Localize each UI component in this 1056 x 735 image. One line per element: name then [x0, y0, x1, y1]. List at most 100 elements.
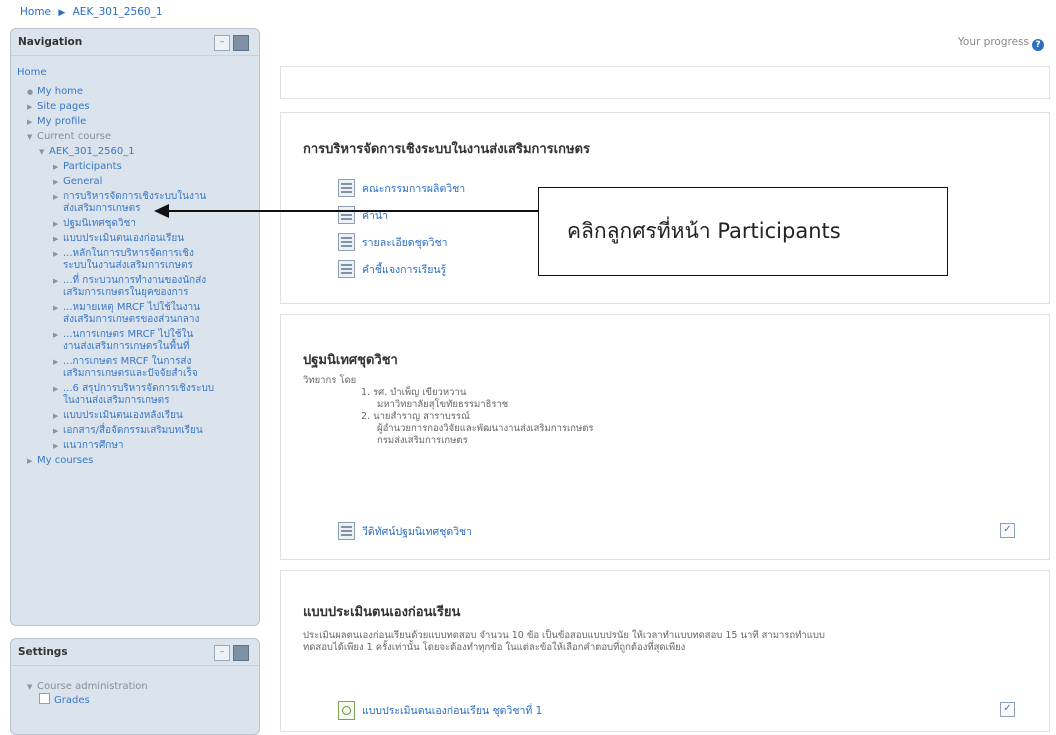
nav-item[interactable]: ▼ Current course	[17, 131, 214, 143]
expand-arrow-icon[interactable]: ▶	[53, 176, 63, 188]
callout-arrow-head-icon	[154, 204, 169, 218]
nav-item[interactable]: ▶ ...6 สรุปการบริหารจัดการเชิงระบบ ในงานส่…	[17, 383, 214, 407]
nav-item-label: ...ที่ กระบวนการทำงานของนักส่ง	[63, 275, 207, 286]
navigation-header: Navigation –	[11, 29, 259, 56]
nav-item[interactable]: ▶ เอกสาร/สื่อจัดกรรมเสริมบทเรียน	[17, 425, 214, 437]
settings-item-grades[interactable]: Grades	[17, 693, 148, 707]
nav-item-label: ...6 สรุปการบริหารจัดการเชิงระบบ	[63, 383, 215, 394]
completion-checkbox[interactable]: ✓	[1000, 702, 1015, 717]
expand-arrow-icon[interactable]: ▶	[53, 191, 63, 203]
expand-arrow-icon[interactable]: ▶	[53, 383, 63, 395]
expand-arrow-icon[interactable]: ▶	[53, 410, 63, 422]
breadcrumb-home[interactable]: Home	[20, 6, 51, 18]
breadcrumb: Home ▶ AEK_301_2560_1	[20, 6, 163, 18]
nav-item[interactable]: ▶ My courses	[17, 455, 214, 467]
section-text: ผู้อำนวยการกองวิจัยและพัฒนางานส่งเสริมกา…	[377, 423, 594, 434]
nav-item-label: ...หมายเหตุ MRCF ไปใช้ในงาน	[63, 302, 200, 313]
expand-arrow-icon[interactable]: ▼	[27, 131, 37, 143]
nav-home[interactable]: Home	[17, 67, 214, 79]
course-section-3: แบบประเมินตนเองก่อนเรียน ประเมินผลตนเองก…	[280, 570, 1050, 732]
activity-link[interactable]: แบบประเมินตนเองก่อนเรียน ชุดวิชาที่ 1	[338, 701, 542, 720]
activity-link[interactable]: คณะกรรมการผลิตวิชา	[338, 179, 465, 197]
callout-text: คลิกลูกศรที่หน้า Participants	[567, 219, 841, 243]
settings-block: Settings – ▼ Course administration Grades	[10, 638, 260, 735]
settings-title: Settings	[18, 646, 68, 658]
breadcrumb-bar: Home ▶ AEK_301_2560_1	[0, 0, 1056, 26]
nav-item[interactable]: ▶ ...ที่ กระบวนการทำงานของนักส่ง เสริมการเ…	[17, 275, 214, 299]
nav-item-label: การบริหารจัดการเชิงระบบในงาน	[63, 191, 207, 202]
section-text: 1. รศ. บำเพ็ญ เขียวหวาน	[361, 387, 467, 398]
expand-arrow-icon[interactable]: ▶	[53, 356, 63, 368]
collapse-block-icon[interactable]	[233, 645, 249, 661]
progress-label: Your progress	[957, 36, 1029, 48]
nav-item[interactable]: ▶ ...นการเกษตร MRCF ไปใช้ใน งานส่งเสริมการ…	[17, 329, 214, 353]
nav-item[interactable]: ▶ General	[17, 176, 214, 188]
file-icon	[338, 179, 355, 197]
expand-arrow-icon[interactable]: ▶	[53, 440, 63, 452]
expand-arrow-icon[interactable]: ▶	[53, 248, 63, 260]
nav-item-label-line2: งานส่งเสริมการเกษตรในพื้นที่	[63, 341, 190, 352]
expand-arrow-icon[interactable]: ▶	[53, 329, 63, 341]
activity-link[interactable]: รายละเอียดชุดวิชา	[338, 233, 448, 251]
nav-item-label: แบบประเมินตนเองก่อนเรียน	[63, 233, 185, 244]
nav-item-label: ...การเกษตร MRCF ในการส่ง	[63, 356, 192, 367]
settings-item-course-administration[interactable]: ▼ Course administration	[17, 681, 148, 693]
expand-arrow-icon[interactable]: ▶	[53, 425, 63, 437]
expand-arrow-icon[interactable]: ▶	[53, 275, 63, 287]
progress-indicator: Your progress?	[958, 36, 1044, 51]
breadcrumb-course[interactable]: AEK_301_2560_1	[73, 6, 163, 18]
nav-item[interactable]: ▶ Participants	[17, 161, 214, 173]
expand-arrow-icon[interactable]: ▶	[27, 101, 37, 113]
activity-link[interactable]: คำชี้แจงการเรียนรู้	[338, 260, 446, 278]
nav-item[interactable]: ▶ แนวการศึกษา	[17, 440, 214, 452]
nav-item[interactable]: ▶ Site pages	[17, 101, 214, 113]
expand-arrow-icon[interactable]: ▶	[27, 116, 37, 128]
dock-icon[interactable]: –	[214, 35, 230, 51]
activity-link[interactable]: คำนำ	[338, 206, 388, 224]
nav-item-label: Participants	[63, 161, 122, 172]
navigation-tree: Home ● My home ▶ Site pages ▶ My profile ▼ Curr…	[17, 67, 214, 470]
file-icon	[338, 233, 355, 251]
section-text: วิทยากร โดย	[303, 375, 357, 386]
completion-checkbox[interactable]: ✓	[1000, 523, 1015, 538]
breadcrumb-separator-icon: ▶	[58, 8, 66, 18]
nav-item[interactable]: ● My home	[17, 86, 214, 98]
section-text: กรมส่งเสริมการเกษตร	[377, 435, 468, 446]
grades-icon	[39, 693, 50, 704]
expand-arrow-icon[interactable]: ▶	[53, 233, 63, 245]
nav-item[interactable]: ▼ AEK_301_2560_1	[17, 146, 214, 158]
expand-arrow-icon[interactable]: ▶	[53, 218, 63, 230]
course-section-2: ปฐมนิเทศชุดวิชา วิทยากร โดย 1. รศ. บำเพ็…	[280, 314, 1050, 560]
nav-item-label: เอกสาร/สื่อจัดกรรมเสริมบทเรียน	[63, 425, 203, 436]
nav-item-label-line2: ส่งเสริมการเกษตรของส่วนกลาง	[63, 314, 200, 325]
nav-item-label: My home	[37, 86, 84, 97]
expand-arrow-icon[interactable]: ▼	[39, 146, 49, 158]
nav-item-label-line2: ในงานส่งเสริมการเกษตร	[63, 395, 170, 406]
nav-item[interactable]: ▶ แบบประเมินตนเองก่อนเรียน	[17, 233, 214, 245]
expand-arrow-icon[interactable]: ▶	[27, 455, 37, 467]
nav-item[interactable]: ▶ ปฐมนิเทศชุดวิชา	[17, 218, 214, 230]
expand-arrow-icon[interactable]: ▶	[53, 161, 63, 173]
nav-item[interactable]: ▶ แบบประเมินตนเองหลังเรียน	[17, 410, 214, 422]
expand-arrow-icon[interactable]: ▶	[53, 302, 63, 314]
dock-icon[interactable]: –	[214, 645, 230, 661]
nav-item-label: ปฐมนิเทศชุดวิชา	[63, 218, 136, 229]
activity-link[interactable]: วีดิทัศน์ปฐมนิเทศชุดวิชา	[338, 522, 472, 540]
settings-tree: ▼ Course administration Grades	[17, 681, 148, 707]
quiz-icon	[338, 701, 355, 720]
nav-item[interactable]: ▶ ...หมายเหตุ MRCF ไปใช้ในงาน ส่งเสริมการเ…	[17, 302, 214, 326]
nav-item-label-line2: เสริมการเกษตรและปัจจัยสำเร็จ	[63, 368, 198, 379]
settings-header: Settings –	[11, 639, 259, 666]
callout-box: คลิกลูกศรที่หน้า Participants	[538, 187, 948, 276]
section-text: มหาวิทยาลัยสุโขทัยธรรมาธิราช	[377, 399, 509, 410]
nav-item[interactable]: ▶ My profile	[17, 116, 214, 128]
expand-arrow-icon[interactable]: ▼	[27, 681, 37, 693]
expand-arrow-icon[interactable]: ●	[27, 86, 37, 98]
help-icon[interactable]: ?	[1032, 39, 1044, 51]
file-icon	[338, 260, 355, 278]
collapse-block-icon[interactable]	[233, 35, 249, 51]
nav-item-label-line2: ส่งเสริมการเกษตร	[63, 203, 141, 214]
nav-item[interactable]: ▶ ...หลักในการบริหารจัดการเชิง ระบบในงานส่…	[17, 248, 214, 272]
nav-item[interactable]: ▶ ...การเกษตร MRCF ในการส่ง เสริมการเกษตรแ…	[17, 356, 214, 380]
nav-item-label: My courses	[37, 455, 94, 466]
